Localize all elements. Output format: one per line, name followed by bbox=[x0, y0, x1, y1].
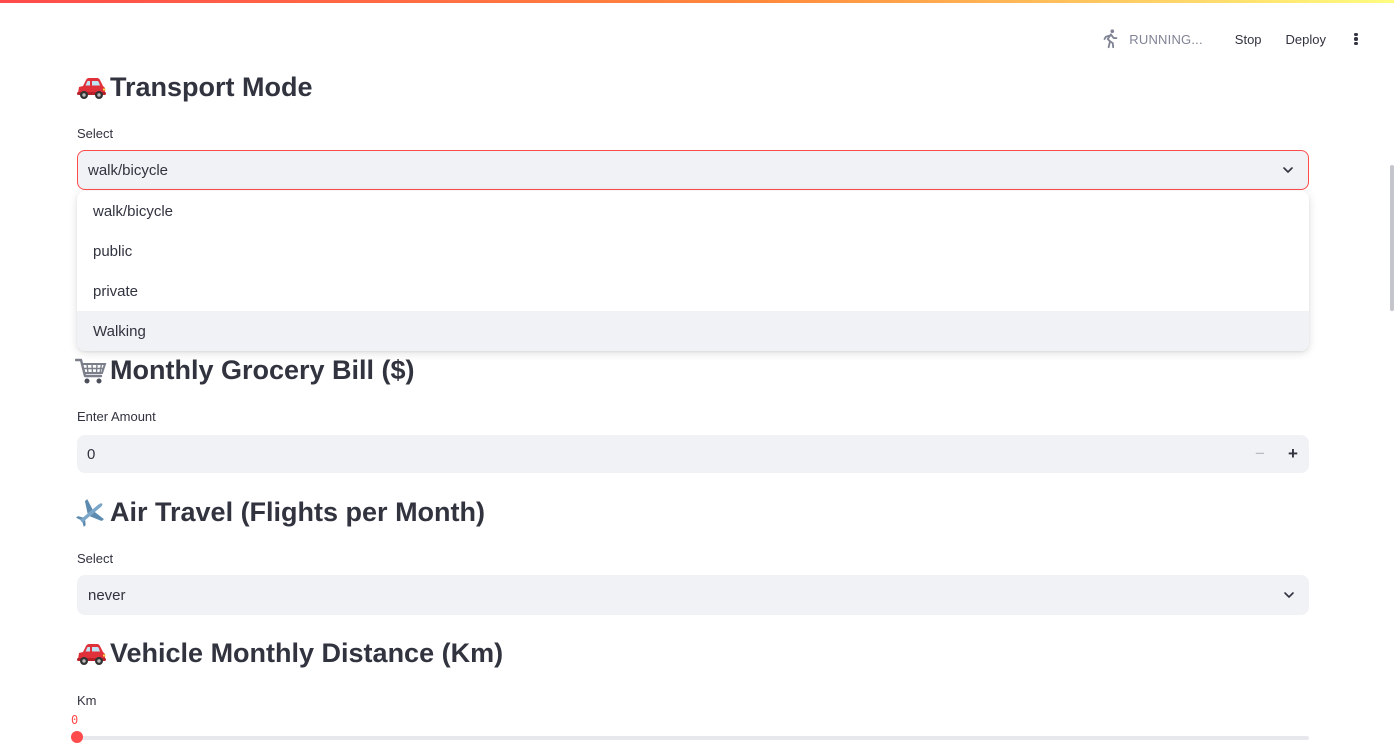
dropdown-option-public[interactable]: public bbox=[77, 231, 1309, 271]
shopping-cart-icon bbox=[75, 358, 107, 383]
air-travel-select-value: never bbox=[88, 586, 126, 604]
running-status: RUNNING... bbox=[1099, 28, 1203, 50]
grocery-title-text: Monthly Grocery Bill ($) bbox=[110, 355, 415, 385]
deploy-button[interactable]: Deploy bbox=[1274, 28, 1338, 51]
car-icon bbox=[77, 643, 106, 665]
running-man-icon bbox=[1103, 29, 1118, 49]
dropdown-option-walk-bicycle[interactable]: walk/bicycle bbox=[77, 191, 1309, 231]
grocery-input-label: Enter Amount bbox=[77, 409, 156, 424]
decrement-button[interactable]: − bbox=[1244, 435, 1276, 473]
running-status-label: RUNNING... bbox=[1129, 31, 1203, 47]
vehicle-title-text: Vehicle Monthly Distance (Km) bbox=[110, 638, 504, 668]
transport-select-value: walk/bicycle bbox=[88, 161, 169, 179]
main-menu-button[interactable] bbox=[1344, 27, 1368, 51]
stop-button[interactable]: Stop bbox=[1223, 28, 1274, 51]
transport-select-label: Select bbox=[77, 126, 114, 141]
app-header: RUNNING... Stop Deploy bbox=[1099, 24, 1368, 54]
air-travel-select-label: Select bbox=[77, 551, 114, 566]
vehicle-slider-label: Km bbox=[77, 693, 97, 708]
transport-dropdown-menu: walk/bicycle public private Walking bbox=[77, 191, 1309, 351]
car-icon bbox=[77, 77, 106, 99]
airplane-icon bbox=[76, 498, 104, 527]
air-travel-title-text: Air Travel (Flights per Month) bbox=[110, 497, 486, 527]
transport-select[interactable]: walk/bicycle bbox=[77, 150, 1309, 190]
slider-current-value: 0 bbox=[71, 713, 79, 727]
dropdown-option-walking[interactable]: Walking bbox=[77, 311, 1309, 351]
grocery-number-input[interactable]: 0 − + bbox=[77, 435, 1309, 473]
chevron-down-icon bbox=[1284, 592, 1294, 598]
air-travel-select[interactable]: never bbox=[77, 575, 1309, 615]
more-vert-icon bbox=[1354, 31, 1358, 46]
transport-title-text: Transport Mode bbox=[110, 72, 313, 102]
vehicle-section-title: Vehicle Monthly Distance (Km) bbox=[75, 638, 503, 669]
grocery-input-value[interactable]: 0 bbox=[87, 446, 95, 463]
page-scrollbar[interactable] bbox=[1390, 165, 1394, 311]
grocery-section-title: Monthly Grocery Bill ($) bbox=[75, 355, 415, 386]
transport-section-title: Transport Mode bbox=[75, 72, 313, 103]
chevron-down-icon bbox=[1283, 167, 1293, 173]
distance-slider-thumb[interactable] bbox=[71, 731, 83, 743]
distance-slider-track[interactable] bbox=[77, 736, 1309, 740]
air-travel-section-title: Air Travel (Flights per Month) bbox=[75, 497, 485, 528]
dropdown-option-private[interactable]: private bbox=[77, 271, 1309, 311]
increment-button[interactable]: + bbox=[1277, 435, 1309, 473]
top-decoration-bar bbox=[0, 0, 1394, 3]
